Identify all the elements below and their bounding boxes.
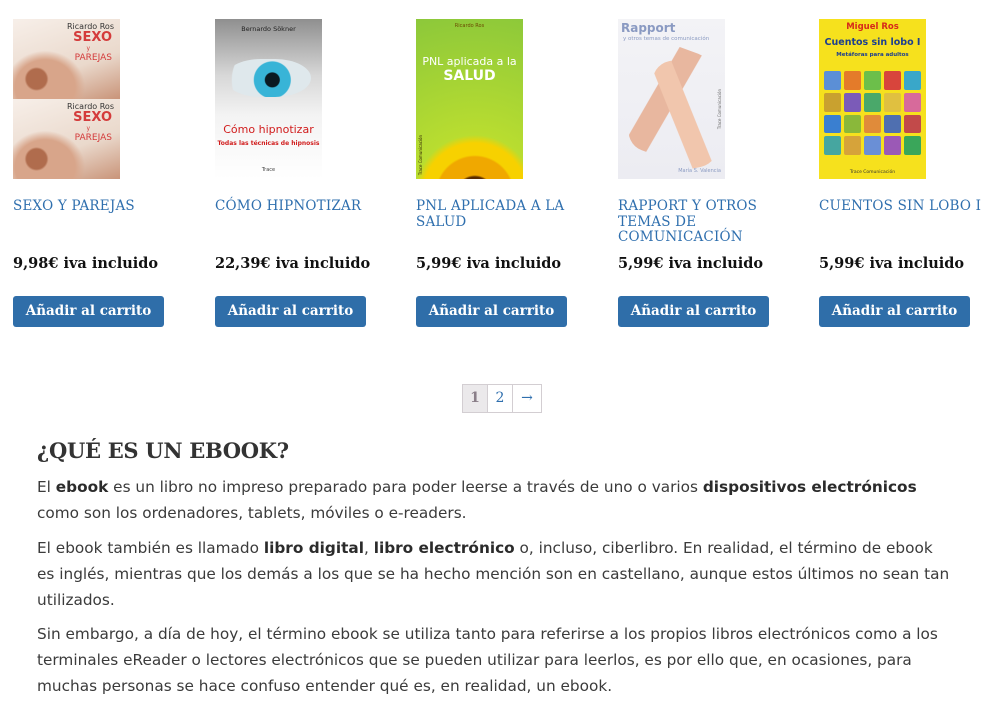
product-price: 22,39€ iva incluido: [215, 255, 371, 272]
product-title-link[interactable]: Cuentos sin lobo I: [819, 198, 984, 215]
add-to-cart-button[interactable]: Añadir al carrito: [416, 296, 567, 327]
text: ,: [363, 539, 374, 557]
book-cover[interactable]: Ricardo Ros SEXO y PAREJAS Ricardo Ros S…: [13, 19, 120, 179]
bold-text: libro digital: [263, 539, 364, 557]
cover-title: SEXO: [73, 30, 112, 45]
cover-title: Cuentos sin lobo I: [824, 37, 921, 48]
add-to-cart-button[interactable]: Añadir al carrito: [618, 296, 769, 327]
pagination: 1 2 →: [462, 384, 542, 413]
page-1-current: 1: [463, 385, 488, 412]
cover-title: Cómo hipnotizar: [223, 123, 314, 136]
page: Ricardo Ros SEXO y PAREJAS Ricardo Ros S…: [0, 0, 988, 709]
product-price: 5,99€ iva incluido: [819, 255, 965, 272]
bold-text: ebook: [55, 478, 109, 496]
animal-tiles: [824, 71, 921, 155]
cover-title: Rapport: [621, 21, 676, 35]
add-to-cart-button[interactable]: Añadir al carrito: [819, 296, 970, 327]
cover-subtitle: Metáforas para adultos: [836, 52, 909, 58]
product-title-link[interactable]: Rapport y otros temas de comunicación: [618, 198, 783, 246]
cover-author: Miguel Ros: [846, 22, 899, 32]
book-cover[interactable]: Bernardo Sökner Cómo hipnotizar Todas la…: [215, 19, 322, 179]
text: El: [37, 478, 56, 496]
cover-image-half: Ricardo Ros SEXO y PAREJAS: [13, 99, 120, 179]
cover-publisher: Trace Comunicación: [717, 89, 722, 130]
cover-publisher: Trace: [261, 167, 276, 173]
book-cover[interactable]: Rapport y otros temas de comunicación Tr…: [618, 19, 725, 179]
add-to-cart-button[interactable]: Añadir al carrito: [215, 296, 366, 327]
text: es un libro no impreso preparado para po…: [108, 478, 703, 496]
cover-publisher: Trace Comunicación: [418, 134, 423, 175]
product-price: 9,98€ iva incluido: [13, 255, 159, 272]
cover-title: PNL aplicada a la: [422, 55, 517, 68]
text: como son los ordenadores, tablets, móvil…: [37, 504, 467, 522]
product-title-link[interactable]: Cómo hipnotizar: [215, 198, 380, 215]
paragraph: Sin embargo, a día de hoy, el término eb…: [37, 625, 938, 695]
cover-author: María S. Valencia: [678, 168, 721, 174]
section-heading: ¿QUÉ ES UN EBOOK?: [37, 438, 289, 463]
cover-image-half: Ricardo Ros SEXO y PAREJAS: [13, 19, 120, 99]
cover-author: Bernardo Sökner: [241, 25, 296, 33]
text: El ebook también es llamado: [37, 539, 264, 557]
cover-title: SEXO: [73, 110, 112, 125]
cover-author: Ricardo Ros: [454, 23, 485, 29]
cover-title-line2: PAREJAS: [74, 133, 112, 143]
add-to-cart-button[interactable]: Añadir al carrito: [13, 296, 164, 327]
cover-title-small: y: [86, 125, 90, 132]
product-title-link[interactable]: PNL aplicada a la salud: [416, 198, 581, 230]
paragraph: El ebook también es llamado libro digita…: [37, 535, 952, 613]
cover-subtitle: y otros temas de comunicación: [623, 36, 710, 42]
paragraph: El ebook es un libro no impreso preparad…: [37, 474, 952, 526]
cover-title-line2: PAREJAS: [74, 53, 112, 63]
book-cover[interactable]: Miguel Ros Cuentos sin lobo I Metáforas …: [819, 19, 926, 179]
cover-publisher: Trace Comunicación: [849, 170, 896, 175]
product-title-link[interactable]: Sexo y parejas: [13, 198, 178, 215]
bold-text: libro electrónico: [373, 539, 515, 557]
bold-text: dispositivos electrónicos: [702, 478, 917, 496]
product-price: 5,99€ iva incluido: [416, 255, 562, 272]
page-2-link[interactable]: 2: [488, 385, 513, 412]
eye-illustration: [225, 59, 311, 97]
book-cover[interactable]: Ricardo Ros PNL aplicada a la SALUD Trac…: [416, 19, 523, 179]
cover-title-small: y: [86, 45, 90, 52]
product-price: 5,99€ iva incluido: [618, 255, 764, 272]
cover-title-line2: SALUD: [443, 68, 496, 84]
next-page-arrow-icon[interactable]: →: [513, 385, 541, 412]
cover-subtitle: Todas las técnicas de hipnosis: [217, 140, 320, 147]
